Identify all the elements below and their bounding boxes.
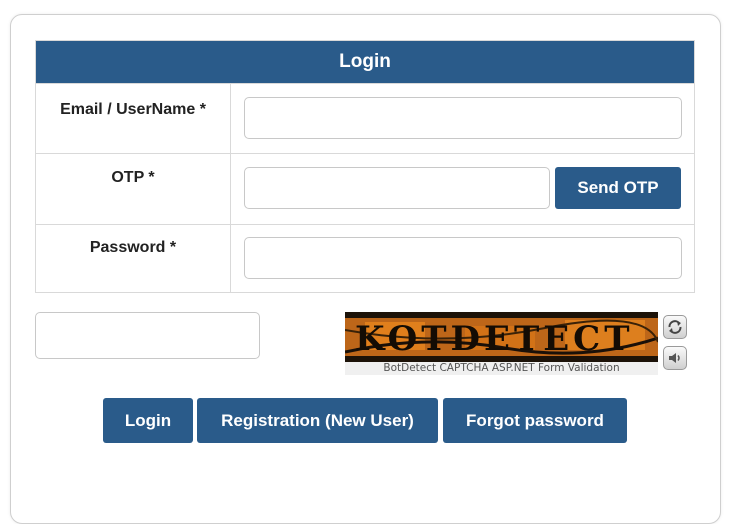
password-row: Password *: [36, 224, 694, 292]
captcha-image: KOTDETECT: [345, 312, 658, 362]
speaker-icon[interactable]: [663, 346, 687, 370]
login-form-table: Login Email / UserName * OTP * Send OTP …: [35, 40, 695, 293]
registration-button[interactable]: Registration (New User): [197, 398, 438, 443]
form-title: Login: [36, 41, 694, 83]
captcha-caption: BotDetect CAPTCHA ASP.NET Form Validatio…: [345, 362, 658, 375]
email-label: Email / UserName *: [36, 84, 231, 153]
send-otp-button[interactable]: Send OTP: [555, 167, 681, 209]
captcha-input[interactable]: [35, 312, 260, 359]
password-field[interactable]: [244, 237, 682, 279]
reload-icon[interactable]: [663, 315, 687, 339]
otp-field[interactable]: [244, 167, 550, 209]
captcha-text: KOTDETECT: [355, 319, 634, 359]
email-field[interactable]: [244, 97, 682, 139]
otp-row: OTP * Send OTP: [36, 153, 694, 224]
login-button[interactable]: Login: [103, 398, 193, 443]
email-row: Email / UserName *: [36, 83, 694, 153]
password-label: Password *: [36, 225, 231, 292]
otp-label: OTP *: [36, 154, 231, 224]
forgot-password-button[interactable]: Forgot password: [443, 398, 627, 443]
